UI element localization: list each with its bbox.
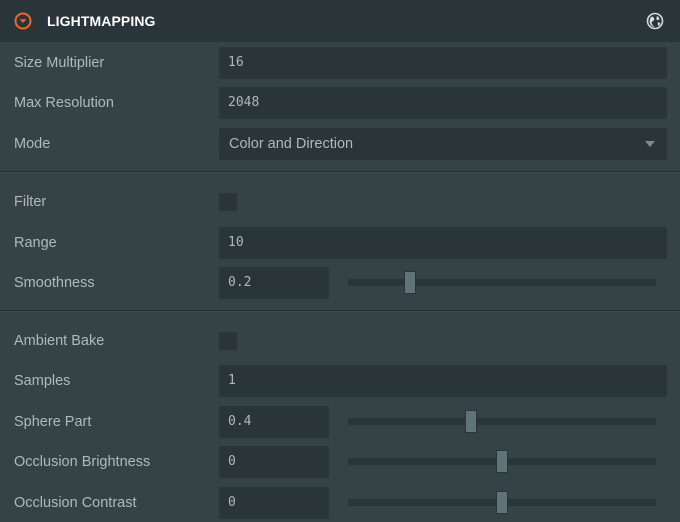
lightmapping-panel: LIGHTMAPPING Size Multiplier 16 Max Reso… (0, 0, 680, 522)
max-resolution-row: Max Resolution 2048 (0, 87, 680, 119)
occlusion-contrast-value: 0 (228, 495, 236, 510)
max-resolution-input[interactable]: 2048 (219, 87, 667, 119)
size-multiplier-value: 16 (228, 55, 244, 70)
sphere-part-value: 0.4 (228, 414, 252, 429)
panel-title: LIGHTMAPPING (47, 13, 156, 29)
mode-label: Mode (14, 136, 51, 152)
chevron-circle-down-icon[interactable] (13, 11, 33, 31)
occlusion-brightness-input[interactable]: 0 (219, 446, 329, 478)
max-resolution-value: 2048 (228, 95, 260, 110)
occlusion-brightness-value: 0 (228, 454, 236, 469)
smoothness-input[interactable]: 0.2 (219, 267, 329, 299)
filter-checkbox[interactable] (219, 193, 237, 211)
slider-track[interactable] (348, 279, 656, 286)
filter-label: Filter (14, 194, 47, 210)
occlusion-brightness-slider[interactable] (348, 446, 656, 478)
occlusion-contrast-input[interactable]: 0 (219, 487, 329, 519)
ambient-bake-label: Ambient Bake (14, 333, 105, 349)
sphere-part-row: Sphere Part 0.4 (0, 406, 680, 438)
sphere-part-label: Sphere Part (14, 414, 92, 430)
mode-select[interactable]: Color and Direction (219, 128, 667, 160)
smoothness-value: 0.2 (228, 275, 252, 290)
range-input[interactable]: 10 (219, 227, 667, 259)
max-resolution-label: Max Resolution (14, 95, 114, 111)
size-multiplier-input[interactable]: 16 (219, 47, 667, 79)
range-value: 10 (228, 235, 244, 250)
smoothness-row: Smoothness 0.2 (0, 267, 680, 299)
section-divider (0, 310, 680, 312)
smoothness-label: Smoothness (14, 275, 95, 291)
slider-handle[interactable] (403, 271, 416, 294)
samples-input[interactable]: 1 (219, 365, 667, 397)
smoothness-slider[interactable] (348, 267, 656, 299)
range-label: Range (14, 235, 57, 251)
samples-row: Samples 1 (0, 365, 680, 397)
mode-row: Mode Color and Direction (0, 128, 680, 160)
sphere-part-input[interactable]: 0.4 (219, 406, 329, 438)
occlusion-contrast-slider[interactable] (348, 487, 656, 519)
mode-selected-value: Color and Direction (229, 136, 354, 152)
range-row: Range 10 (0, 227, 680, 259)
occlusion-brightness-row: Occlusion Brightness 0 (0, 446, 680, 478)
size-multiplier-row: Size Multiplier 16 (0, 47, 680, 79)
samples-value: 1 (228, 373, 236, 388)
filter-row: Filter (0, 186, 680, 218)
slider-track[interactable] (348, 418, 656, 425)
globe-icon[interactable] (646, 12, 664, 30)
slider-handle[interactable] (496, 491, 508, 514)
slider-handle[interactable] (465, 410, 478, 433)
panel-header[interactable]: LIGHTMAPPING (0, 0, 680, 42)
samples-label: Samples (14, 373, 71, 389)
sphere-part-slider[interactable] (348, 406, 656, 438)
section-divider (0, 171, 680, 173)
occlusion-contrast-label: Occlusion Contrast (14, 495, 137, 511)
ambient-bake-row: Ambient Bake (0, 325, 680, 357)
ambient-bake-checkbox[interactable] (219, 332, 237, 350)
dropdown-arrow-icon (645, 141, 655, 147)
slider-handle[interactable] (496, 450, 508, 473)
occlusion-brightness-label: Occlusion Brightness (14, 454, 151, 470)
occlusion-contrast-row: Occlusion Contrast 0 (0, 487, 680, 519)
size-multiplier-label: Size Multiplier (14, 55, 105, 71)
